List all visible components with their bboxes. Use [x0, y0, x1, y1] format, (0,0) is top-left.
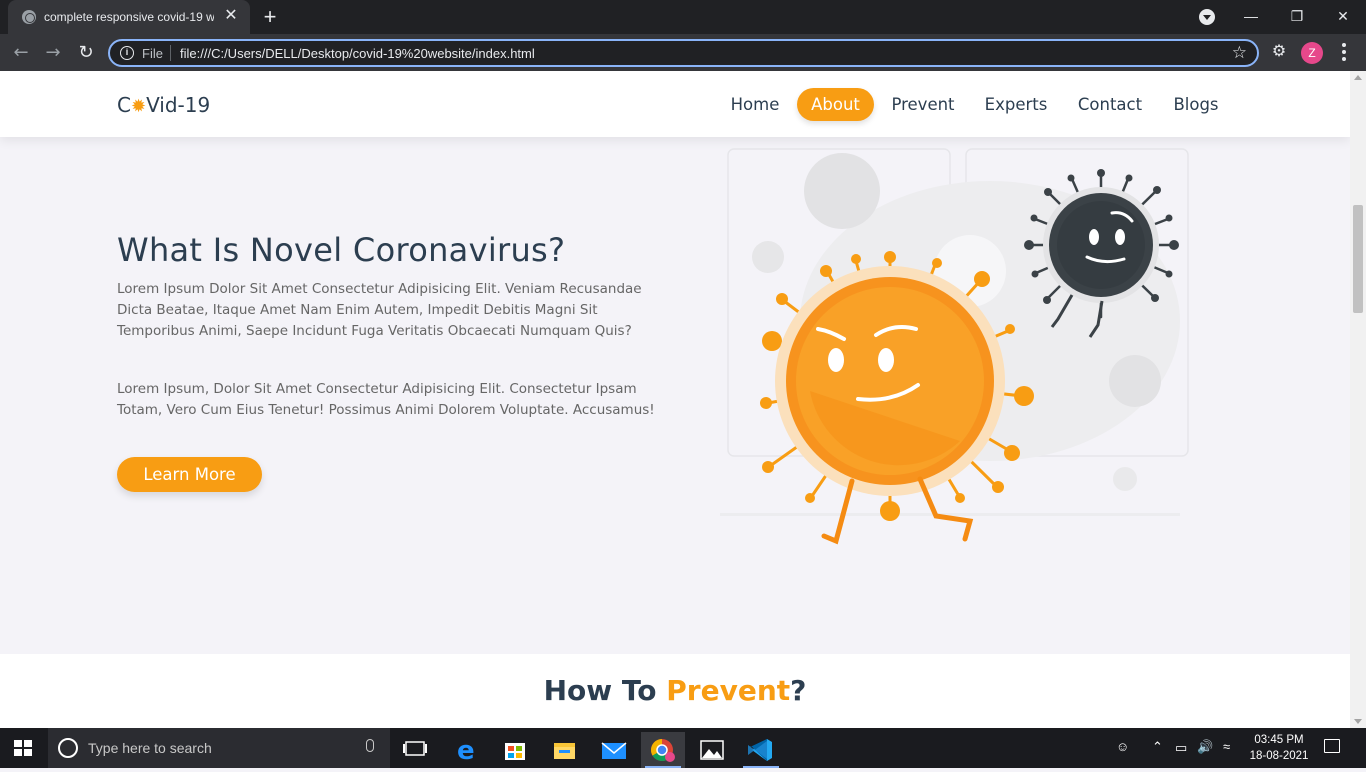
svg-text:e: e	[457, 736, 475, 766]
page-viewport: C✹Vid-19 Home About Prevent Experts Cont…	[0, 71, 1350, 728]
edge-icon[interactable]: e	[444, 732, 488, 768]
prevent-heading-prefix: How To	[543, 674, 667, 707]
nav-contact[interactable]: Contact	[1070, 88, 1150, 121]
logo-suffix: Vid-19	[146, 93, 211, 117]
store-icon[interactable]	[493, 732, 537, 768]
task-view-icon[interactable]	[394, 732, 438, 768]
profile-avatar[interactable]: Z	[1301, 42, 1323, 64]
prevent-heading-suffix: ?	[790, 674, 807, 707]
logo-prefix: C	[117, 93, 131, 117]
nav-experts[interactable]: Experts	[976, 88, 1056, 121]
divider	[170, 45, 171, 61]
hero-paragraph-2: Lorem Ipsum, Dolor Sit Amet Consectetur …	[117, 381, 655, 418]
scrollbar-thumb[interactable]	[1353, 205, 1363, 313]
chrome-icon[interactable]	[641, 732, 685, 768]
mail-icon[interactable]	[592, 732, 636, 768]
taskbar-search-box[interactable]: Type here to search	[48, 728, 390, 768]
browser-tab[interactable]: complete responsive covid-19 we ✕	[8, 0, 250, 34]
scroll-down-icon[interactable]	[1354, 719, 1362, 724]
url-text[interactable]: file:///C:/Users/DELL/Desktop/covid-19%2…	[180, 46, 535, 61]
people-icon[interactable]: ☺	[1116, 739, 1129, 754]
restore-button[interactable]: ❐	[1274, 0, 1320, 34]
address-bar[interactable]: i File file:///C:/Users/DELL/Desktop/cov…	[108, 39, 1259, 67]
nav-prevent[interactable]: Prevent	[883, 88, 963, 121]
cortana-icon[interactable]	[58, 738, 78, 758]
nav-blogs[interactable]: Blogs	[1164, 88, 1228, 121]
hero-title: What Is Novel Coronavirus?	[117, 231, 566, 269]
coronavirus-illustration	[720, 148, 1189, 545]
system-clock[interactable]: 03:45 PM 18-08-2021	[1244, 732, 1314, 764]
page-scrollbar[interactable]	[1350, 71, 1366, 728]
prevent-heading: How To Prevent?	[0, 674, 1350, 707]
volume-icon[interactable]: 🔊	[1197, 739, 1213, 755]
globe-icon	[22, 10, 36, 24]
browser-tab-strip: complete responsive covid-19 we ✕ + — ❐ …	[0, 0, 1366, 34]
vscode-icon[interactable]	[739, 732, 783, 768]
learn-more-button[interactable]: Learn More	[117, 457, 262, 492]
reload-icon[interactable]: ↻	[73, 40, 99, 66]
site-logo[interactable]: C✹Vid-19	[117, 93, 210, 117]
nav-home[interactable]: Home	[722, 88, 788, 121]
file-explorer-icon[interactable]	[542, 732, 586, 768]
tab-search-icon[interactable]	[1199, 9, 1215, 25]
minimize-button[interactable]: —	[1228, 0, 1274, 34]
nav-about[interactable]: About	[797, 88, 874, 121]
browser-toolbar: ← → ↻ i File file:///C:/Users/DELL/Deskt…	[0, 34, 1366, 71]
wifi-icon[interactable]: ≈	[1223, 739, 1230, 754]
show-hidden-icons-icon[interactable]: ⌃	[1152, 739, 1163, 755]
prevent-heading-accent: Prevent	[666, 674, 791, 707]
notification-center-icon[interactable]	[1324, 739, 1340, 753]
tab-title: complete responsive covid-19 we	[44, 10, 214, 24]
scheme-label: File	[142, 46, 163, 61]
taskbar-search-placeholder: Type here to search	[88, 740, 212, 756]
virus-icon: ✹	[130, 96, 147, 117]
forward-arrow-icon[interactable]: →	[40, 40, 66, 66]
windows-start-icon[interactable]	[14, 740, 32, 756]
windows-taskbar: Type here to search e ☺ ⌃ ▭ 🔊 ≈ 03:45 PM…	[0, 728, 1366, 768]
clock-date: 18-08-2021	[1249, 750, 1309, 762]
site-header: C✹Vid-19 Home About Prevent Experts Cont…	[0, 71, 1350, 137]
microphone-icon[interactable]	[366, 739, 374, 752]
browser-menu-icon[interactable]	[1334, 40, 1354, 66]
photos-icon[interactable]	[690, 732, 734, 768]
tab-close-button[interactable]: ✕	[222, 7, 240, 25]
new-tab-button[interactable]: +	[258, 5, 282, 29]
bookmark-star-icon[interactable]: ☆	[1232, 43, 1247, 63]
hero-paragraph-1: Lorem Ipsum Dolor Sit Amet Consectetur A…	[117, 281, 642, 339]
clock-time: 03:45 PM	[1254, 734, 1304, 746]
close-window-button[interactable]: ✕	[1320, 0, 1366, 34]
extensions-puzzle-icon[interactable]: ⚙	[1270, 42, 1288, 60]
info-icon[interactable]: i	[120, 46, 134, 60]
battery-icon[interactable]: ▭	[1175, 740, 1187, 756]
prevent-section: How To Prevent?	[0, 654, 1350, 728]
scroll-up-icon[interactable]	[1354, 75, 1362, 80]
back-arrow-icon[interactable]: ←	[8, 40, 34, 66]
